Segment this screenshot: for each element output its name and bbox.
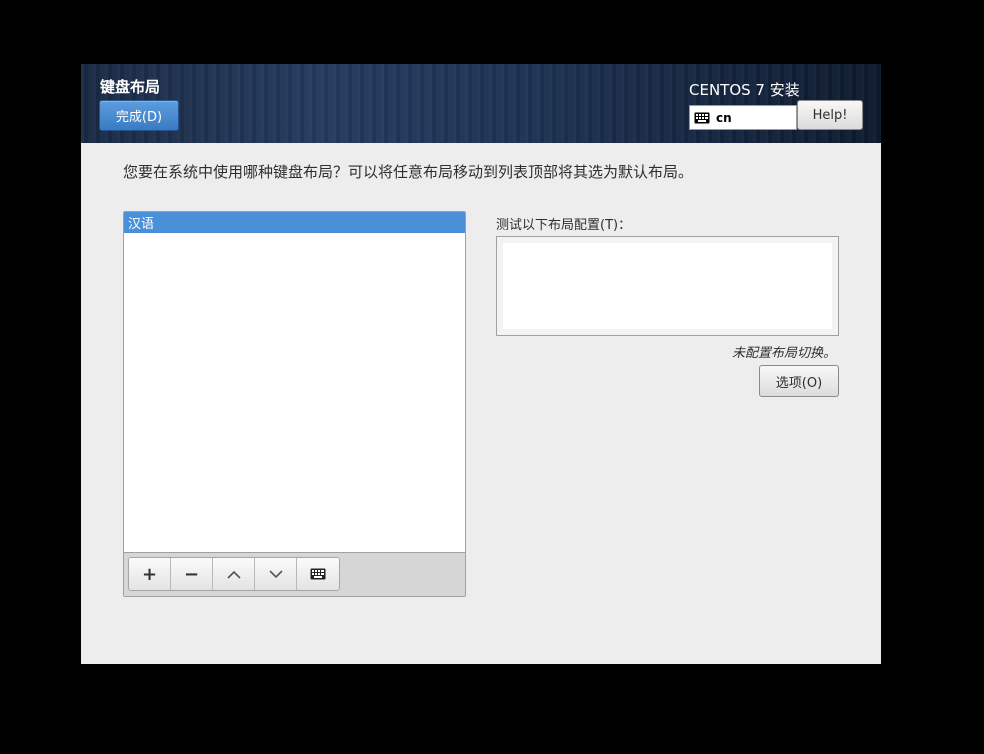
plus-icon: + <box>141 563 158 585</box>
keyboard-icon <box>694 112 710 123</box>
chevron-down-icon <box>268 569 283 578</box>
preview-layout-button[interactable] <box>297 558 339 590</box>
remove-layout-button[interactable]: − <box>171 558 213 590</box>
test-layout-label: 测试以下布局配置(T)： <box>496 218 632 233</box>
header-bar: 键盘布局 完成(D) CENTOS 7 安装 cn Help! <box>81 64 881 143</box>
done-button[interactable]: 完成(D) <box>99 100 179 131</box>
keyboard-layout-code: cn <box>716 110 732 125</box>
list-toolbar: + − <box>124 552 465 596</box>
layout-switch-note: 未配置布局切换。 <box>731 346 836 361</box>
keyboard-icon <box>310 568 326 580</box>
test-layout-input[interactable] <box>503 243 832 329</box>
toolbar-button-group: + − <box>128 557 340 591</box>
page-title: 键盘布局 <box>100 78 161 96</box>
options-button[interactable]: 选项(O) <box>759 365 839 397</box>
move-down-button[interactable] <box>255 558 297 590</box>
add-layout-button[interactable]: + <box>129 558 171 590</box>
chevron-up-icon <box>226 570 241 579</box>
layout-question: 您要在系统中使用哪种键盘布局？可以将任意布局移动到列表顶部将其选为默认布局。 <box>123 163 694 181</box>
help-button[interactable]: Help! <box>797 100 863 130</box>
layout-list: 汉语 + − <box>123 211 466 597</box>
installer-window: 键盘布局 完成(D) CENTOS 7 安装 cn Help! 您要在系统中使用… <box>81 64 881 664</box>
move-up-button[interactable] <box>213 558 255 590</box>
list-item-selected[interactable]: 汉语 <box>124 212 465 233</box>
product-title: CENTOS 7 安装 <box>689 81 800 99</box>
test-layout-box <box>496 236 839 336</box>
minus-icon: − <box>183 563 200 585</box>
keyboard-layout-indicator[interactable]: cn <box>689 105 797 130</box>
